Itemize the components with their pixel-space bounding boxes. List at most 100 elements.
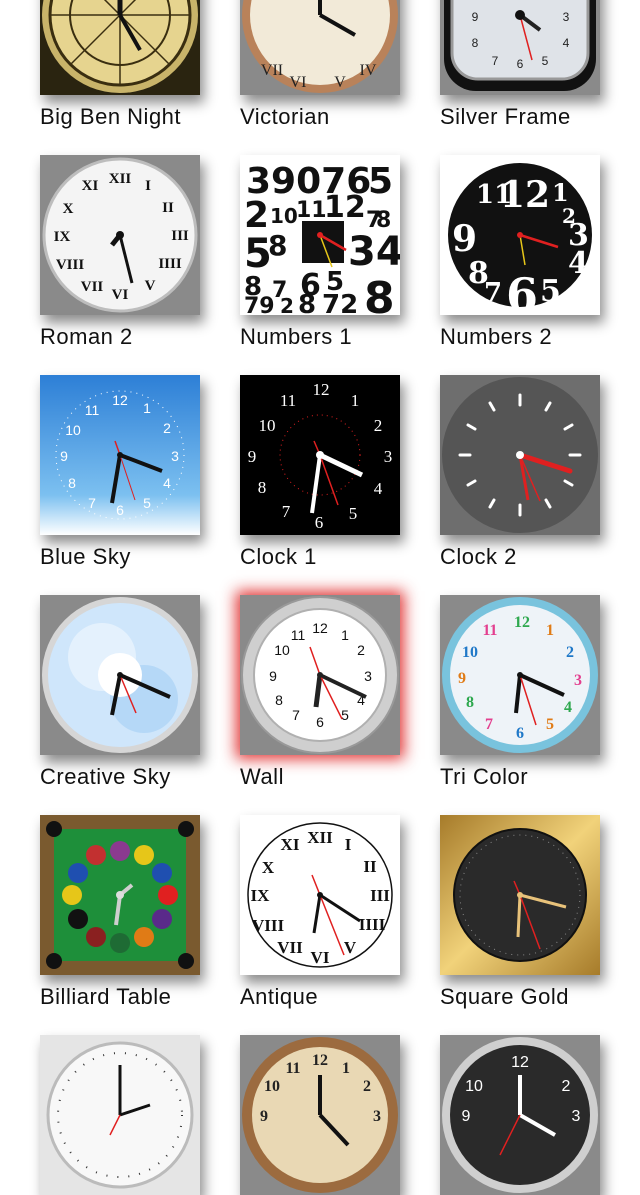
svg-text:5: 5	[542, 54, 549, 68]
svg-text:7: 7	[292, 707, 300, 723]
clock-tile-roman-2[interactable]: XII I II III IIII V VI VII VIII IX X XI Roman 2	[40, 155, 200, 349]
svg-text:10: 10	[65, 422, 81, 438]
clock-name: Clock 1	[240, 544, 317, 569]
clock-tile-parchment[interactable]: 12 1 2 3 11 10 9	[240, 1035, 400, 1195]
svg-text:8: 8	[268, 229, 287, 262]
svg-text:7: 7	[282, 502, 291, 521]
svg-text:6: 6	[506, 268, 538, 315]
svg-text:XI: XI	[281, 835, 300, 854]
svg-text:IV: IV	[360, 62, 377, 79]
svg-text:V: V	[145, 278, 156, 294]
svg-text:8: 8	[68, 475, 76, 491]
clock-tile-big-ben-night[interactable]: Big Ben Night	[40, 0, 200, 129]
clock-2-preview	[440, 375, 600, 535]
svg-text:5: 5	[143, 495, 151, 511]
svg-text:10: 10	[465, 1078, 483, 1095]
svg-text:IX: IX	[54, 229, 71, 245]
clock-tile-clock-2[interactable]: Clock 2	[440, 375, 600, 569]
svg-text:5: 5	[368, 161, 393, 202]
svg-text:4: 4	[564, 699, 572, 716]
dark-chrome-preview: 12 2 3 10 9	[440, 1035, 600, 1195]
svg-text:8: 8	[364, 273, 395, 315]
svg-text:VI: VI	[311, 948, 330, 967]
svg-text:6: 6	[516, 725, 524, 742]
svg-text:7: 7	[484, 278, 502, 308]
numbers-2-preview: 11 12 12 93 48 76 5	[440, 155, 600, 315]
clock-tile-silver-frame[interactable]: 9 3 8 4 7 6 5 Silver Frame	[440, 0, 600, 129]
clock-tile-creative-sky[interactable]: Creative Sky	[40, 595, 200, 789]
svg-text:1: 1	[143, 400, 151, 416]
svg-text:11: 11	[296, 198, 327, 223]
svg-text:2: 2	[566, 644, 574, 661]
svg-text:3: 3	[384, 447, 393, 466]
svg-text:10: 10	[259, 416, 276, 435]
svg-text:4: 4	[568, 246, 589, 281]
svg-text:11: 11	[285, 1060, 300, 1077]
clock-tile-tri-color[interactable]: 12 1 23 45 67 89 10 11 Tri Color	[440, 595, 600, 789]
svg-text:VII: VII	[261, 62, 283, 79]
svg-text:8: 8	[298, 290, 316, 315]
clock-tile-antique[interactable]: XII I II III IIII V VI VII VIII IX X XI Antique	[240, 815, 400, 1009]
clock-tile-white-classic[interactable]	[40, 1035, 200, 1195]
svg-text:9: 9	[458, 670, 466, 687]
svg-text:10: 10	[270, 204, 298, 228]
clock-name: Billiard Table	[40, 984, 172, 1009]
svg-text:3: 3	[364, 668, 372, 684]
clock-tile-numbers-2[interactable]: 11 12 12 93 48 76 5 Numbers 2	[440, 155, 600, 349]
svg-text:8: 8	[472, 36, 479, 50]
svg-text:VII: VII	[81, 279, 104, 295]
clock-tile-square-gold[interactable]: Square Gold	[440, 815, 600, 1009]
svg-text:4: 4	[163, 475, 171, 491]
silver-frame-preview: 9 3 8 4 7 6 5	[440, 0, 600, 95]
svg-text:5: 5	[540, 274, 561, 309]
svg-text:6: 6	[116, 502, 124, 518]
svg-text:V: V	[334, 74, 346, 91]
svg-text:10: 10	[264, 1078, 280, 1095]
svg-text:1: 1	[341, 627, 349, 643]
svg-text:I: I	[145, 178, 151, 194]
svg-text:8: 8	[258, 478, 267, 497]
svg-text:2: 2	[163, 420, 171, 436]
svg-text:2: 2	[363, 1078, 371, 1095]
svg-text:3: 3	[373, 1108, 381, 1125]
clock-name: Roman 2	[40, 324, 133, 349]
svg-text:12: 12	[312, 1052, 328, 1069]
svg-text:7: 7	[485, 716, 493, 733]
svg-text:3: 3	[574, 672, 582, 689]
svg-text:11: 11	[482, 622, 497, 639]
clock-tile-victorian[interactable]: VII VI IV V Victorian	[240, 0, 400, 129]
svg-text:2: 2	[244, 195, 269, 236]
clock-name: Numbers 1	[240, 324, 353, 349]
svg-text:12: 12	[312, 620, 328, 636]
svg-text:72: 72	[322, 290, 358, 315]
blue-sky-preview: 12 1 2 345 678 9 10 11	[40, 375, 200, 535]
parchment-preview: 12 1 2 3 11 10 9	[240, 1035, 400, 1195]
svg-text:VIII: VIII	[252, 916, 285, 935]
roman-2-preview: XII I II III IIII V VI VII VIII IX X XI	[40, 155, 200, 315]
clock-tile-blue-sky[interactable]: 12 1 2 345 678 9 10 11 Blue Sky	[40, 375, 200, 569]
svg-text:XII: XII	[109, 171, 132, 187]
white-classic-preview	[40, 1035, 200, 1195]
svg-text:10: 10	[462, 644, 478, 661]
svg-text:12: 12	[500, 174, 550, 216]
svg-text:9: 9	[472, 10, 479, 24]
svg-text:VII: VII	[277, 938, 303, 957]
svg-text:9: 9	[269, 668, 277, 684]
numbers-1-preview: 39076 5 2 10 11 12 78 58 34 87 65 79 2 8 72 8	[240, 155, 400, 315]
svg-text:3: 3	[563, 10, 570, 24]
svg-text:8: 8	[275, 692, 283, 708]
clock-tile-numbers-1[interactable]: 39076 5 2 10 11 12 78 58 34 87 65 79 2 8 72 8	[240, 155, 400, 349]
clock-tile-clock-1[interactable]: 12 1 2 345 678 9 10 11 Clock 1	[240, 375, 400, 569]
svg-text:1: 1	[351, 391, 360, 410]
svg-text:5: 5	[349, 504, 358, 523]
svg-text:4: 4	[374, 479, 383, 498]
svg-text:6: 6	[316, 714, 324, 730]
svg-text:III: III	[370, 886, 390, 905]
clock-tile-billiard-table[interactable]: Billiard Table	[40, 815, 200, 1009]
clock-name: Big Ben Night	[40, 104, 182, 129]
clock-tile-dark-chrome[interactable]: 12 2 3 10 9	[440, 1035, 600, 1195]
clock-tile-wall[interactable]: 12 1 2 345 678 9 10 11 Wall	[240, 595, 400, 789]
svg-text:VI: VI	[290, 74, 307, 91]
tri-color-preview: 12 1 23 45 67 89 10 11	[440, 595, 600, 755]
svg-text:9: 9	[260, 1108, 268, 1125]
